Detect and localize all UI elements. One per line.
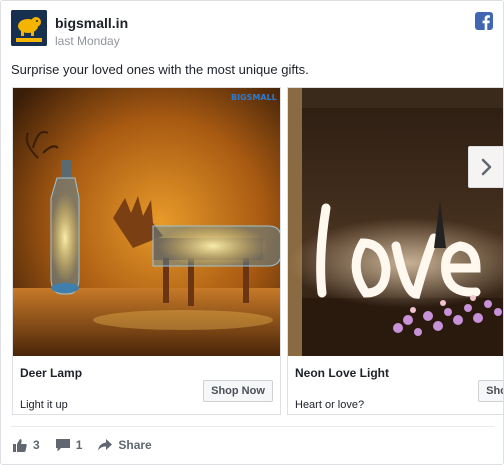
card-description: Heart or love? xyxy=(295,399,365,411)
post-header: bigsmall.in last Monday xyxy=(11,10,495,52)
card-title[interactable]: Deer Lamp xyxy=(20,366,82,380)
post-caption: Surprise your loved ones with the most u… xyxy=(11,62,309,77)
comment-icon xyxy=(55,438,70,451)
card-description: Light it up xyxy=(20,399,68,411)
facebook-icon xyxy=(475,12,493,30)
bigsmall-logo-icon xyxy=(11,10,47,46)
brand-watermark: BIGSMALL xyxy=(231,93,277,102)
like-count[interactable]: 3 xyxy=(13,438,40,452)
share-button[interactable]: Share xyxy=(98,438,152,452)
comment-count-value: 1 xyxy=(75,438,83,452)
share-arrow-icon xyxy=(98,439,113,451)
carousel-card-deer-lamp[interactable]: BIGSMALL Deer Lamp Light it up Shop Now xyxy=(12,87,281,415)
product-carousel[interactable]: BIGSMALL Deer Lamp Light it up Shop Now xyxy=(12,87,503,417)
footer-divider xyxy=(11,426,495,427)
thumbs-up-icon xyxy=(13,438,27,452)
shop-now-button[interactable]: Shop Now xyxy=(203,380,273,402)
share-label: Share xyxy=(118,438,152,452)
comment-count[interactable]: 1 xyxy=(55,438,83,452)
engagement-bar: 3 1 Share xyxy=(13,437,168,453)
carousel-card-neon-love-light[interactable]: Neon Love Light Heart or love? Shop Now xyxy=(287,87,503,415)
ad-post: bigsmall.in last Monday Surprise your lo… xyxy=(0,0,504,465)
carousel-next-button[interactable] xyxy=(468,146,503,188)
chevron-right-icon xyxy=(481,158,492,176)
neon-love-light-image[interactable] xyxy=(288,88,503,356)
like-count-value: 3 xyxy=(33,438,40,452)
page-name-link[interactable]: bigsmall.in xyxy=(55,15,128,31)
shop-now-button[interactable]: Shop Now xyxy=(478,380,503,402)
page-avatar[interactable] xyxy=(11,10,47,46)
deer-lamp-image[interactable]: BIGSMALL xyxy=(13,88,280,356)
card-title[interactable]: Neon Love Light xyxy=(295,366,389,380)
post-timestamp[interactable]: last Monday xyxy=(55,34,120,48)
